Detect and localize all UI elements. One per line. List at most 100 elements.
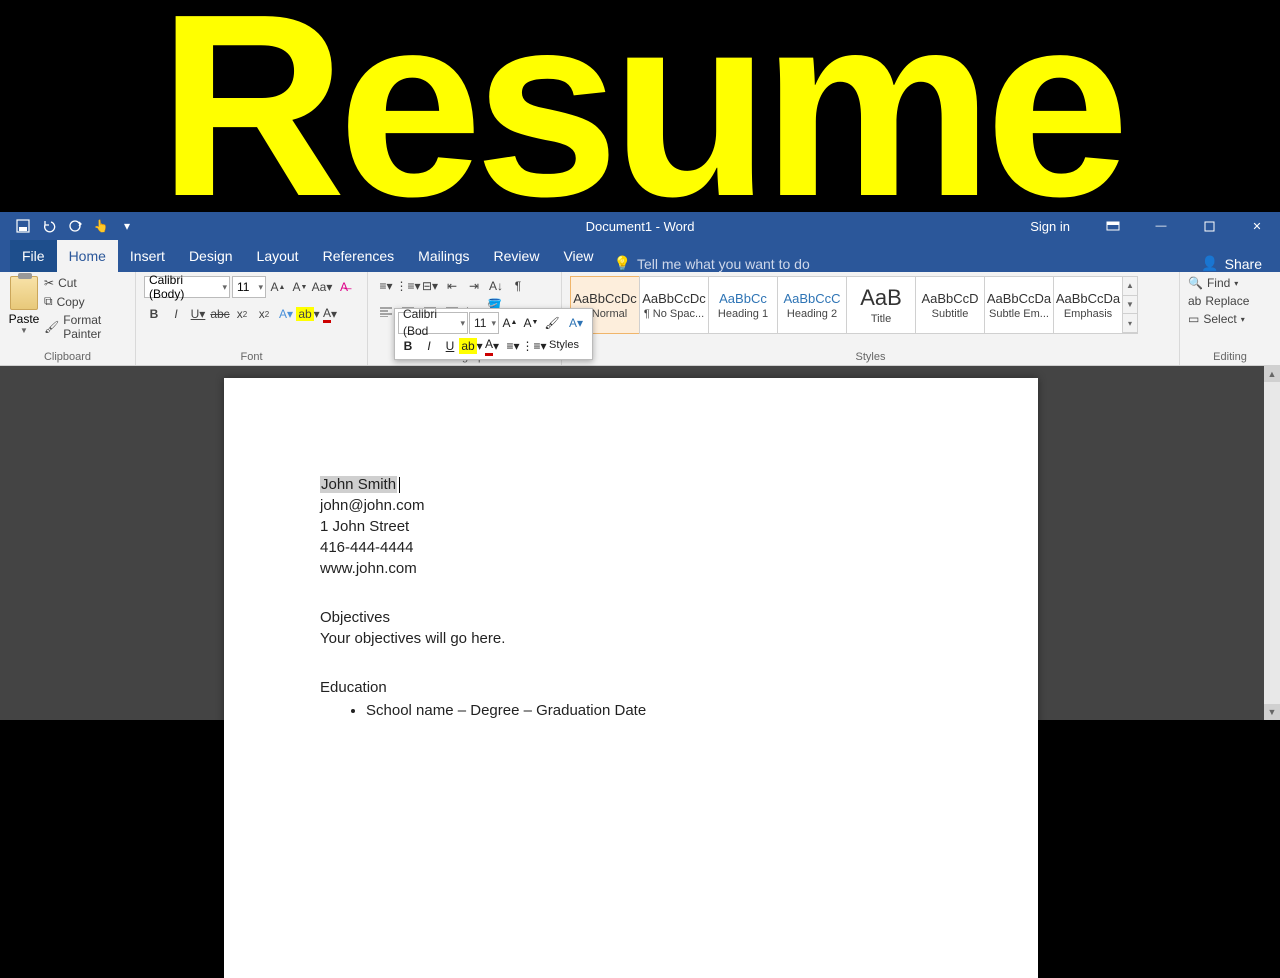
tab-home[interactable]: Home — [57, 240, 118, 272]
select-label: Select — [1203, 312, 1236, 326]
group-font: Calibri (Body) 11 A▲ A▼ Aa▾ A̶ B I U▾ ab… — [136, 272, 368, 365]
style-subtitle[interactable]: AaBbCcDSubtitle — [915, 276, 985, 334]
scroll-down-icon[interactable]: ▼ — [1264, 704, 1280, 720]
style--no-spac-[interactable]: AaBbCcDc¶ No Spac... — [639, 276, 709, 334]
mini-highlight[interactable]: ab▾ — [461, 336, 481, 356]
multilevel-button[interactable]: ⊟▾ — [420, 276, 440, 296]
touch-mode-icon[interactable]: 👆 — [92, 217, 110, 235]
qat-more-icon[interactable]: ▾ — [118, 217, 136, 235]
find-button[interactable]: 🔍Find▾ — [1188, 276, 1272, 290]
numbering-button[interactable]: ⋮≡▾ — [398, 276, 418, 296]
save-icon[interactable] — [14, 217, 32, 235]
doc-website[interactable]: www.john.com — [320, 558, 942, 579]
window-title: Document1 - Word — [586, 219, 695, 234]
banner: Resume — [0, 0, 1280, 212]
style-preview: AaBbCcDc — [573, 291, 637, 306]
doc-name-line[interactable]: John Smith — [320, 474, 942, 495]
grow-font-button[interactable]: A▲ — [268, 277, 288, 297]
mini-numbering[interactable]: ⋮≡▾ — [524, 336, 544, 356]
mini-size-combo[interactable]: 11 — [469, 312, 499, 334]
document-page[interactable]: John Smith john@john.com 1 John Street 4… — [224, 378, 1038, 978]
select-button[interactable]: ▭Select▾ — [1188, 312, 1272, 326]
tab-insert[interactable]: Insert — [118, 240, 177, 272]
doc-street[interactable]: 1 John Street — [320, 516, 942, 537]
editing-group-label: Editing — [1188, 351, 1272, 365]
mini-font-color[interactable]: A▾ — [482, 336, 502, 356]
tab-layout[interactable]: Layout — [245, 240, 311, 272]
style-name: Subtitle — [932, 308, 969, 320]
increase-indent-button[interactable]: ⇥ — [464, 276, 484, 296]
font-group-label: Font — [144, 351, 359, 365]
objectives-text[interactable]: Your objectives will go here. — [320, 628, 942, 649]
shrink-font-button[interactable]: A▼ — [290, 277, 310, 297]
share-label: Share — [1225, 256, 1262, 272]
education-list[interactable]: School name – Degree – Graduation Date — [320, 700, 942, 721]
tab-review[interactable]: Review — [482, 240, 552, 272]
style-emphasis[interactable]: AaBbCcDaEmphasis — [1053, 276, 1123, 334]
group-styles: AaBbCcDc¶ NormalAaBbCcDc¶ No Spac...AaBb… — [562, 272, 1180, 365]
maximize-button[interactable] — [1186, 212, 1232, 240]
mini-grow-font[interactable]: A▲ — [500, 313, 520, 333]
undo-icon[interactable] — [40, 217, 58, 235]
minimize-button[interactable]: — — [1138, 212, 1184, 240]
decrease-indent-button[interactable]: ⇤ — [442, 276, 462, 296]
scissors-icon: ✂ — [44, 276, 54, 290]
underline-button[interactable]: U▾ — [188, 304, 208, 324]
bullets-button[interactable]: ≡▾ — [376, 276, 396, 296]
cut-button[interactable]: ✂Cut — [44, 276, 127, 290]
mini-font-combo[interactable]: Calibri (Bod — [398, 312, 468, 334]
style-preview: AaB — [860, 285, 902, 311]
mini-styles-button[interactable]: Styles — [545, 336, 583, 356]
copy-button[interactable]: ⧉Copy — [44, 294, 127, 309]
style-subtle-em-[interactable]: AaBbCcDaSubtle Em... — [984, 276, 1054, 334]
strikethrough-button[interactable]: abc — [210, 304, 230, 324]
text-effects-button[interactable]: A▾ — [276, 304, 296, 324]
sort-button[interactable]: A↓ — [486, 276, 506, 296]
sign-in-link[interactable]: Sign in — [1012, 219, 1088, 234]
education-item[interactable]: School name – Degree – Graduation Date — [366, 700, 942, 721]
mini-bullets[interactable]: ≡▾ — [503, 336, 523, 356]
change-case-button[interactable]: Aa▾ — [312, 277, 332, 297]
mini-styles-icon[interactable]: A▾ — [563, 313, 589, 333]
subscript-button[interactable]: x2 — [232, 304, 252, 324]
tab-view[interactable]: View — [551, 240, 605, 272]
bold-button[interactable]: B — [144, 304, 164, 324]
tab-file[interactable]: File — [10, 240, 57, 272]
font-name-combo[interactable]: Calibri (Body) — [144, 276, 230, 298]
show-marks-button[interactable]: ¶ — [508, 276, 528, 296]
scroll-up-icon[interactable]: ▲ — [1264, 366, 1280, 382]
highlight-button[interactable]: ab▾ — [298, 304, 318, 324]
style-heading-2[interactable]: AaBbCcCHeading 2 — [777, 276, 847, 334]
clear-formatting-button[interactable]: A̶ — [334, 277, 354, 297]
tab-mailings[interactable]: Mailings — [406, 240, 481, 272]
format-painter-button[interactable]: 🖌Format Painter — [44, 313, 127, 341]
replace-button[interactable]: abReplace — [1188, 294, 1272, 308]
clipboard-group-label: Clipboard — [8, 351, 127, 365]
objectives-heading[interactable]: Objectives — [320, 607, 942, 628]
doc-email[interactable]: john@john.com — [320, 495, 942, 516]
style-heading-1[interactable]: AaBbCcHeading 1 — [708, 276, 778, 334]
font-size-combo[interactable]: 11 — [232, 276, 266, 298]
redo-icon[interactable] — [66, 217, 84, 235]
paste-button[interactable]: Paste ▼ — [8, 276, 40, 341]
close-button[interactable]: ✕ — [1234, 212, 1280, 240]
vertical-scrollbar[interactable]: ▲ ▼ — [1264, 366, 1280, 720]
tab-design[interactable]: Design — [177, 240, 245, 272]
styles-scroll[interactable]: ▲▼▾ — [1122, 276, 1138, 334]
titlebar: 👆 ▾ Document1 - Word Sign in — ✕ — [0, 212, 1280, 240]
tell-me-search[interactable]: 💡 Tell me what you want to do — [614, 255, 810, 272]
style-title[interactable]: AaBTitle — [846, 276, 916, 334]
share-button[interactable]: 👤 Share — [1201, 255, 1280, 272]
replace-icon: ab — [1188, 294, 1201, 308]
education-heading[interactable]: Education — [320, 677, 942, 698]
mini-format-painter[interactable]: 🖌 — [542, 313, 562, 333]
search-icon: 🔍 — [1188, 276, 1203, 290]
doc-phone[interactable]: 416-444-4444 — [320, 537, 942, 558]
align-left-button[interactable] — [376, 302, 396, 322]
italic-button[interactable]: I — [166, 304, 186, 324]
tab-references[interactable]: References — [311, 240, 407, 272]
font-color-button[interactable]: A▾ — [320, 304, 340, 324]
mini-shrink-font[interactable]: A▼ — [521, 313, 541, 333]
ribbon-display-icon[interactable] — [1090, 212, 1136, 240]
superscript-button[interactable]: x2 — [254, 304, 274, 324]
